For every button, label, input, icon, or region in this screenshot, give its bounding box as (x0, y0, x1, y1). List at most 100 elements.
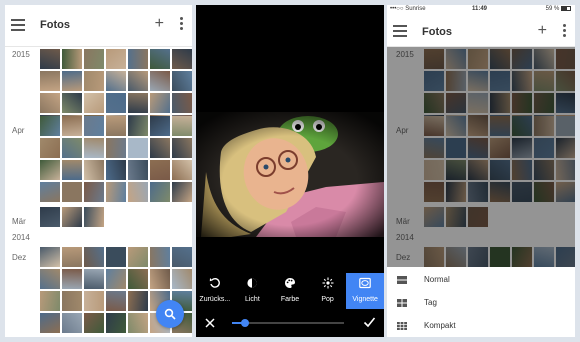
photo-thumbnail[interactable] (534, 182, 554, 202)
photo-thumbnail[interactable] (490, 138, 510, 158)
photo-thumbnail[interactable] (446, 49, 466, 69)
plus-icon[interactable]: + (155, 15, 164, 33)
photo-thumbnail[interactable] (106, 93, 126, 113)
photo-thumbnail[interactable] (446, 160, 466, 180)
photo-thumbnail[interactable] (172, 49, 192, 69)
photo-thumbnail[interactable] (84, 71, 104, 91)
photo-thumbnail[interactable] (62, 71, 82, 91)
intensity-slider[interactable] (232, 319, 344, 327)
photo-thumbnail[interactable] (62, 116, 82, 136)
photo-thumbnail[interactable] (512, 116, 532, 136)
view-option-kompakt[interactable]: Kompakt (387, 315, 575, 337)
photo-thumbnail[interactable] (446, 207, 466, 227)
photo-thumbnail[interactable] (84, 93, 104, 113)
photo-thumbnail[interactable] (534, 116, 554, 136)
photo-thumbnail[interactable] (490, 93, 510, 113)
photo-thumbnail[interactable] (40, 71, 60, 91)
photo-thumbnail[interactable] (534, 71, 554, 91)
photo-thumbnail[interactable] (40, 247, 60, 267)
photo-thumbnail[interactable] (556, 71, 575, 91)
photo-thumbnail[interactable] (62, 291, 82, 311)
photo-thumbnail[interactable] (512, 71, 532, 91)
photo-thumbnail[interactable] (84, 247, 104, 267)
photo-thumbnail[interactable] (556, 116, 575, 136)
photo-thumbnail[interactable] (62, 160, 82, 180)
photo-thumbnail[interactable] (424, 160, 444, 180)
photo-thumbnail[interactable] (128, 160, 148, 180)
photo-thumbnail[interactable] (556, 182, 575, 202)
photo-thumbnail[interactable] (150, 116, 170, 136)
photo-thumbnail[interactable] (172, 116, 192, 136)
photo-thumbnail[interactable] (40, 49, 60, 69)
photo-thumbnail[interactable] (62, 313, 82, 333)
photo-thumbnail[interactable] (424, 116, 444, 136)
photo-thumbnail[interactable] (556, 93, 575, 113)
filter-vignette[interactable]: Vignette (346, 273, 384, 309)
photo-thumbnail[interactable] (172, 160, 192, 180)
photo-thumbnail[interactable] (40, 116, 60, 136)
photo-thumbnail[interactable] (468, 138, 488, 158)
photo-thumbnail[interactable] (424, 207, 444, 227)
photo-thumbnail[interactable] (40, 269, 60, 289)
more-vert-icon[interactable] (563, 24, 567, 38)
photo-thumbnail[interactable] (128, 71, 148, 91)
photo-thumbnail[interactable] (106, 247, 126, 267)
photo-thumbnail[interactable] (150, 269, 170, 289)
photo-thumbnail[interactable] (62, 247, 82, 267)
photo-thumbnail[interactable] (128, 247, 148, 267)
photo-thumbnail[interactable] (128, 93, 148, 113)
view-option-tag[interactable]: Tag (387, 292, 575, 315)
hamburger-icon[interactable] (11, 19, 25, 31)
photo-thumbnail[interactable] (172, 247, 192, 267)
photo-thumbnail[interactable] (512, 182, 532, 202)
photo-thumbnail[interactable] (62, 93, 82, 113)
photo-thumbnail[interactable] (424, 71, 444, 91)
photo-thumbnail[interactable] (468, 160, 488, 180)
photo-thumbnail[interactable] (106, 116, 126, 136)
photo-thumbnail[interactable] (446, 247, 466, 267)
photo-thumbnail[interactable] (128, 182, 148, 202)
photo-thumbnail[interactable] (556, 138, 575, 158)
photo-thumbnail[interactable] (106, 160, 126, 180)
photo-thumbnail[interactable] (40, 313, 60, 333)
photo-thumbnail[interactable] (512, 49, 532, 69)
photo-thumbnail[interactable] (106, 313, 126, 333)
search-fab[interactable] (156, 300, 184, 328)
photo-thumbnail[interactable] (128, 269, 148, 289)
photo-thumbnail[interactable] (468, 247, 488, 267)
close-icon[interactable] (204, 316, 216, 328)
photo-thumbnail[interactable] (512, 138, 532, 158)
photo-thumbnail[interactable] (106, 291, 126, 311)
photo-thumbnail[interactable] (84, 291, 104, 311)
photo-thumbnail[interactable] (128, 116, 148, 136)
photo-thumbnail[interactable] (534, 138, 554, 158)
photo-thumbnail[interactable] (446, 182, 466, 202)
photo-thumbnail[interactable] (468, 116, 488, 136)
photo-thumbnail[interactable] (84, 182, 104, 202)
photo-thumbnail[interactable] (40, 291, 60, 311)
photo-thumbnail[interactable] (84, 138, 104, 158)
photo-thumbnail[interactable] (512, 160, 532, 180)
photo-thumbnail[interactable] (556, 160, 575, 180)
check-icon[interactable] (363, 315, 376, 328)
photo-thumbnail[interactable] (490, 182, 510, 202)
photo-thumbnail[interactable] (150, 71, 170, 91)
photo-thumbnail[interactable] (84, 49, 104, 69)
photo-thumbnail[interactable] (40, 138, 60, 158)
photo-thumbnail[interactable] (490, 71, 510, 91)
photo-thumbnail[interactable] (128, 313, 148, 333)
photo-thumbnail[interactable] (490, 116, 510, 136)
photo-thumbnail[interactable] (172, 93, 192, 113)
photo-thumbnail[interactable] (150, 49, 170, 69)
photo-thumbnail[interactable] (106, 269, 126, 289)
photo-thumbnail[interactable] (84, 116, 104, 136)
photo-thumbnail[interactable] (172, 71, 192, 91)
photo-thumbnail[interactable] (84, 313, 104, 333)
photo-thumbnail[interactable] (424, 49, 444, 69)
photo-thumbnail[interactable] (84, 207, 104, 227)
photo-thumbnail[interactable] (490, 160, 510, 180)
photo-thumbnail[interactable] (468, 207, 488, 227)
photo-thumbnail[interactable] (424, 138, 444, 158)
photo-thumbnail[interactable] (128, 49, 148, 69)
photo-thumbnail[interactable] (490, 247, 510, 267)
